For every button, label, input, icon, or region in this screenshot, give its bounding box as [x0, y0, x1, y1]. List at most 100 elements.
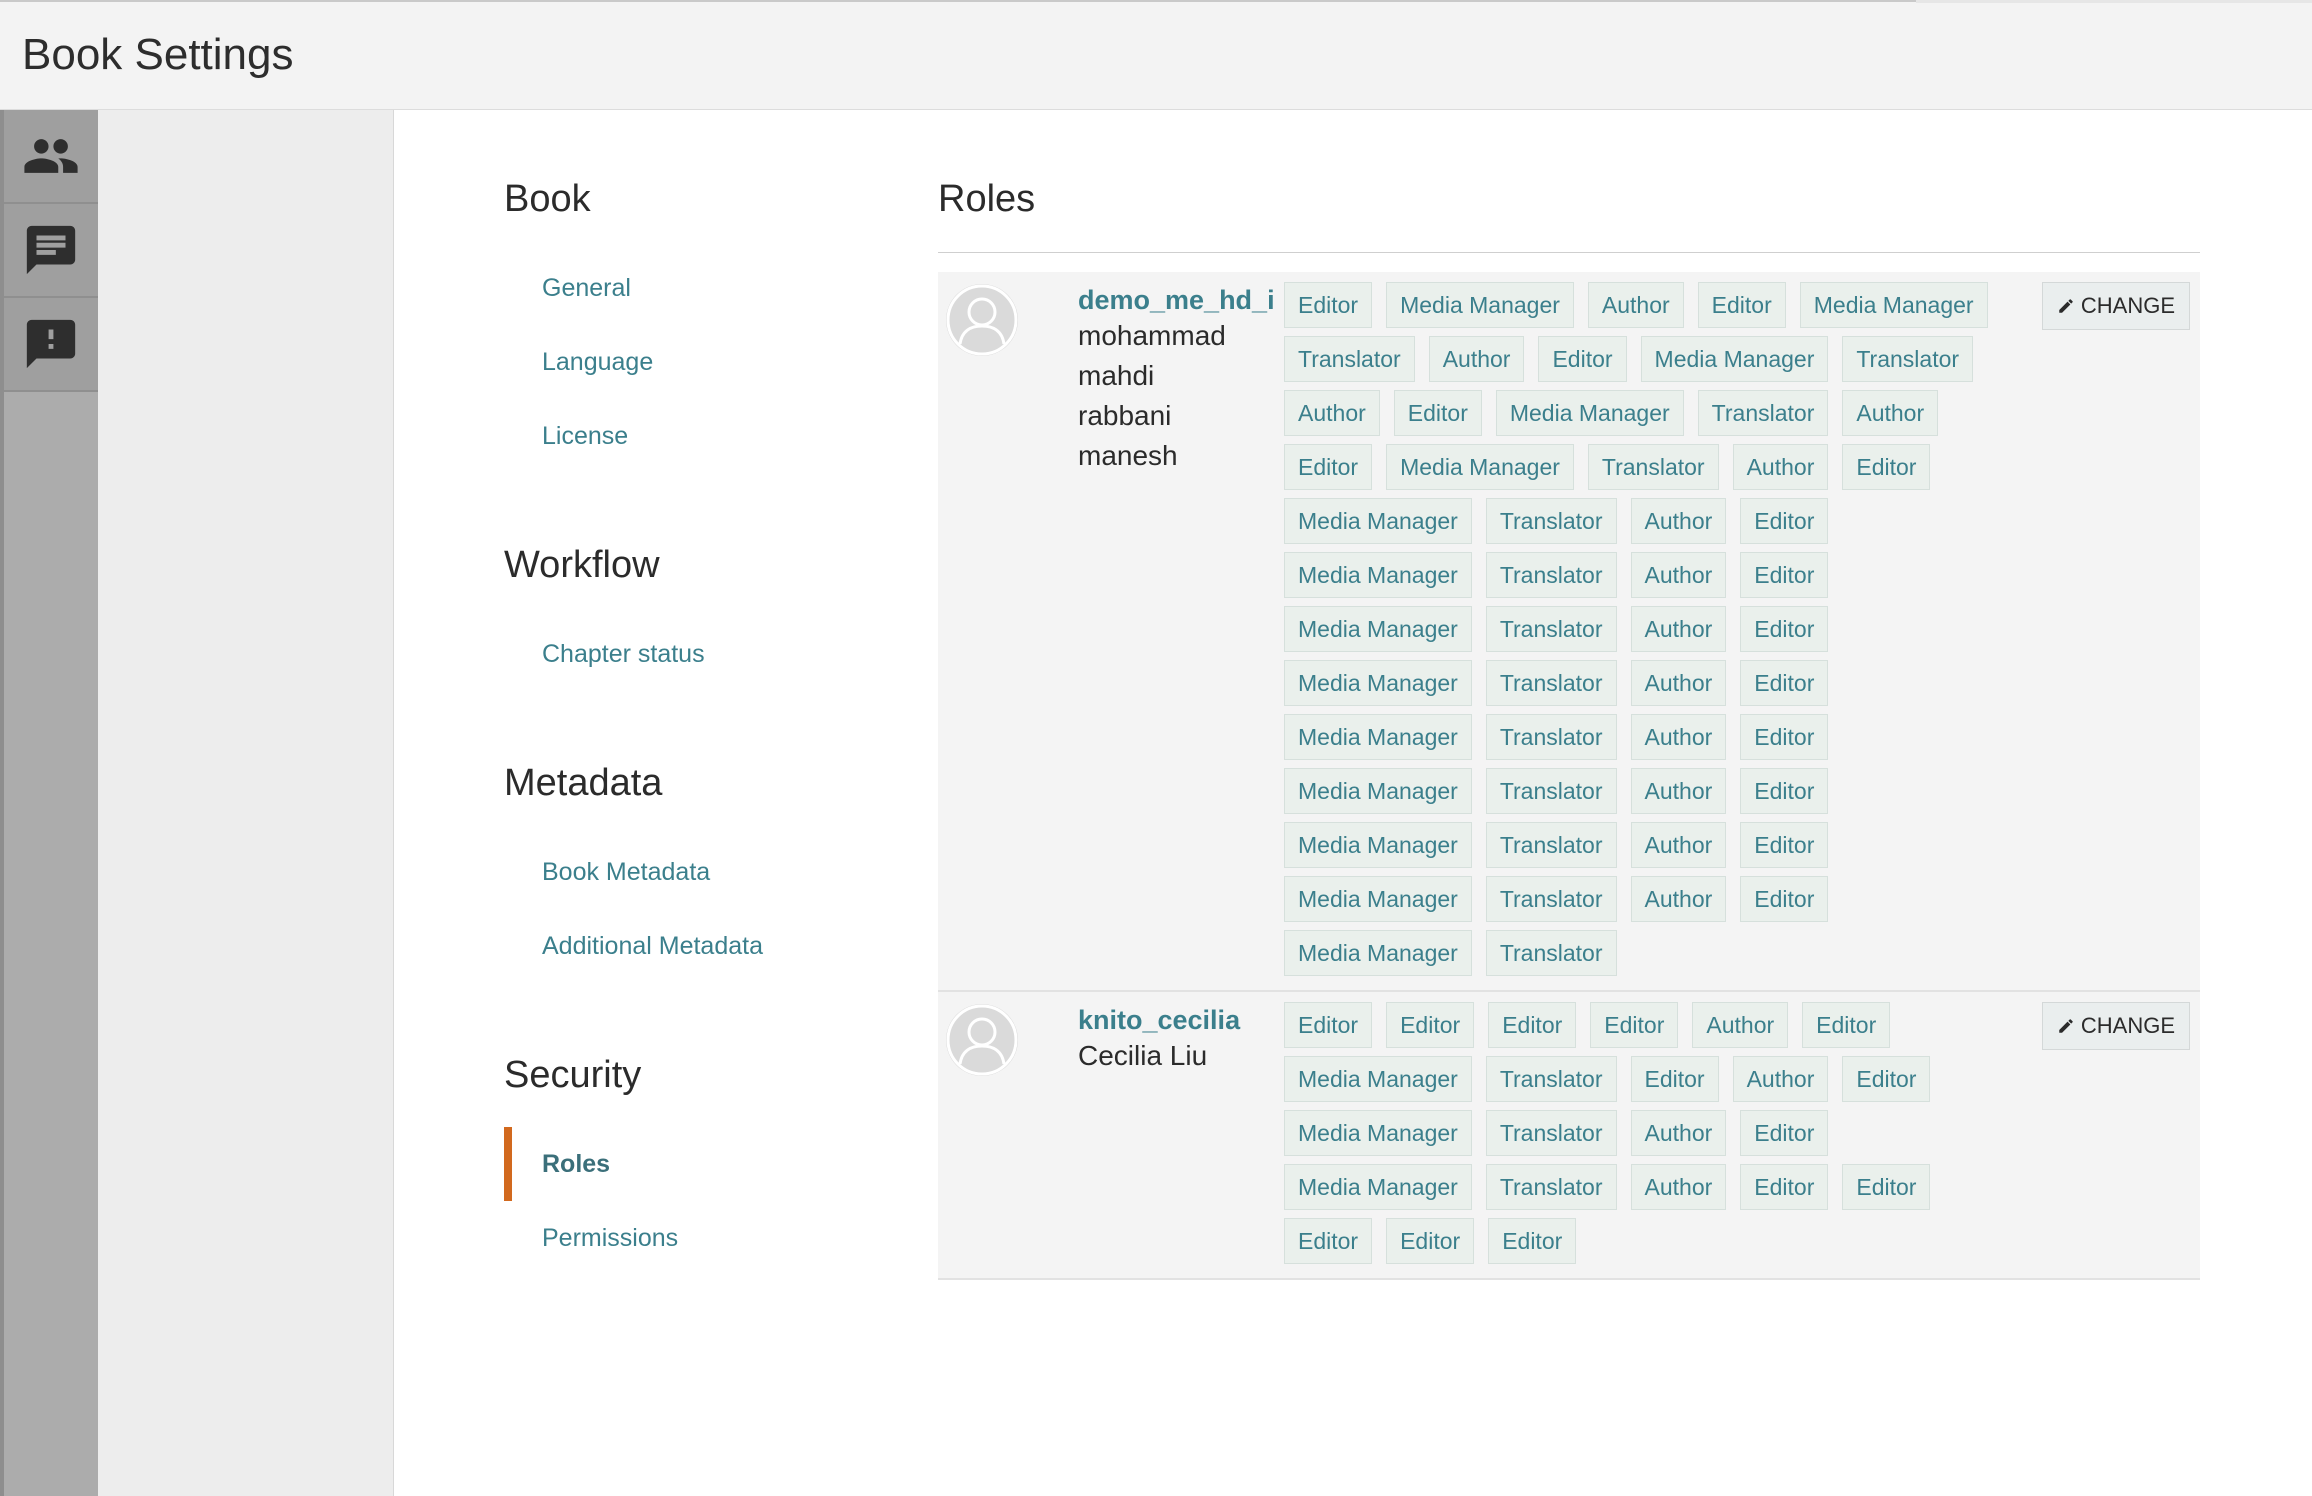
role-chip-editor[interactable]: Editor — [1284, 282, 1373, 328]
role-chip-media-manager[interactable]: Media Manager — [1284, 660, 1472, 706]
role-chip-media-manager[interactable]: Media Manager — [1284, 876, 1472, 922]
role-chip-translator[interactable]: Translator — [1485, 1110, 1617, 1156]
role-chip-editor[interactable]: Editor — [1842, 1056, 1931, 1102]
chat-button[interactable] — [4, 204, 98, 298]
nav-item-additional-metadata[interactable]: Additional Metadata — [504, 909, 763, 983]
role-chip-media-manager[interactable]: Media Manager — [1284, 930, 1472, 976]
team-button[interactable] — [4, 110, 98, 204]
role-chip-editor[interactable]: Editor — [1740, 606, 1829, 652]
role-chip-author[interactable]: Author — [1630, 714, 1727, 760]
user-fullname: Cecilia Liu — [1078, 1040, 1208, 1071]
role-chip-author[interactable]: Author — [1630, 1164, 1727, 1210]
pencil-icon — [2059, 299, 2073, 313]
role-chip-author[interactable]: Author — [1630, 552, 1727, 598]
role-chip-translator[interactable]: Translator — [1697, 390, 1829, 436]
role-chip-author[interactable]: Author — [1630, 660, 1727, 706]
role-chip-editor[interactable]: Editor — [1697, 282, 1786, 328]
role-chip-author[interactable]: Author — [1587, 282, 1684, 328]
role-chip-editor[interactable]: Editor — [1590, 1002, 1679, 1048]
role-chip-editor[interactable]: Editor — [1740, 498, 1829, 544]
nav-section-metadata: Metadata Book Metadata Additional Metada… — [504, 762, 763, 983]
nav-item-license[interactable]: License — [504, 399, 653, 473]
role-chip-translator[interactable]: Translator — [1485, 876, 1617, 922]
role-chip-media-manager[interactable]: Media Manager — [1386, 444, 1574, 490]
role-chip-media-manager[interactable]: Media Manager — [1386, 282, 1574, 328]
role-chip-editor[interactable]: Editor — [1740, 768, 1829, 814]
role-chip-translator[interactable]: Translator — [1587, 444, 1719, 490]
nav-heading: Workflow — [504, 544, 660, 586]
role-chip-media-manager[interactable]: Media Manager — [1799, 282, 1988, 328]
role-chip-editor[interactable]: Editor — [1488, 1218, 1577, 1264]
role-chip-editor[interactable]: Editor — [1740, 1164, 1829, 1210]
role-chip-editor[interactable]: Editor — [1842, 1164, 1931, 1210]
role-chip-media-manager[interactable]: Media Manager — [1284, 552, 1472, 598]
role-chip-editor[interactable]: Editor — [1740, 660, 1829, 706]
username-link[interactable]: knito_cecilia — [1078, 1004, 1278, 1036]
role-chip-editor[interactable]: Editor — [1284, 444, 1373, 490]
role-chip-editor[interactable]: Editor — [1740, 714, 1829, 760]
role-chip-editor[interactable]: Editor — [1488, 1002, 1577, 1048]
nav-item-roles[interactable]: Roles — [504, 1127, 678, 1201]
header-edge — [1916, 0, 2312, 3]
role-chip-editor[interactable]: Editor — [1802, 1002, 1891, 1048]
role-chip-translator[interactable]: Translator — [1485, 498, 1617, 544]
role-chip-media-manager[interactable]: Media Manager — [1495, 390, 1684, 436]
role-chip-author[interactable]: Author — [1732, 444, 1829, 490]
nav-item-general[interactable]: General — [504, 251, 653, 325]
change-button[interactable]: CHANGE — [2041, 282, 2190, 330]
role-chip-editor[interactable]: Editor — [1284, 1218, 1373, 1264]
role-chip-translator[interactable]: Translator — [1842, 336, 1974, 382]
role-chip-media-manager[interactable]: Media Manager — [1284, 1056, 1472, 1102]
role-chip-media-manager[interactable]: Media Manager — [1284, 714, 1472, 760]
role-chip-media-manager[interactable]: Media Manager — [1284, 1164, 1472, 1210]
role-chip-translator[interactable]: Translator — [1485, 1164, 1617, 1210]
role-chip-media-manager[interactable]: Media Manager — [1284, 1110, 1472, 1156]
roles-heading: Roles — [938, 178, 1036, 220]
role-chip-translator[interactable]: Translator — [1485, 1056, 1617, 1102]
role-chip-media-manager[interactable]: Media Manager — [1284, 606, 1472, 652]
role-chip-author[interactable]: Author — [1630, 876, 1727, 922]
role-chip-author[interactable]: Author — [1630, 498, 1727, 544]
nav-item-permissions[interactable]: Permissions — [504, 1201, 678, 1275]
role-chip-editor[interactable]: Editor — [1393, 390, 1482, 436]
role-chip-media-manager[interactable]: Media Manager — [1284, 768, 1472, 814]
role-chip-media-manager[interactable]: Media Manager — [1640, 336, 1829, 382]
role-chip-editor[interactable]: Editor — [1740, 552, 1829, 598]
role-chip-editor[interactable]: Editor — [1630, 1056, 1719, 1102]
role-chip-author[interactable]: Author — [1732, 1056, 1829, 1102]
role-chip-media-manager[interactable]: Media Manager — [1284, 498, 1472, 544]
role-chip-translator[interactable]: Translator — [1485, 660, 1617, 706]
role-chip-editor[interactable]: Editor — [1842, 444, 1931, 490]
role-chip-translator[interactable]: Translator — [1485, 930, 1617, 976]
role-chip-author[interactable]: Author — [1692, 1002, 1789, 1048]
feedback-button[interactable] — [4, 298, 98, 392]
role-chip-editor[interactable]: Editor — [1284, 1002, 1373, 1048]
role-chip-editor[interactable]: Editor — [1740, 876, 1829, 922]
nav-item-language[interactable]: Language — [504, 325, 653, 399]
role-chip-editor[interactable]: Editor — [1386, 1218, 1475, 1264]
username-link[interactable]: demo_me_hd_i — [1078, 284, 1278, 316]
role-chip-translator[interactable]: Translator — [1485, 552, 1617, 598]
role-chip-author[interactable]: Author — [1630, 768, 1727, 814]
pencil-icon — [2059, 1019, 2073, 1033]
role-chip-author[interactable]: Author — [1630, 1110, 1727, 1156]
nav-item-chapter-status[interactable]: Chapter status — [504, 617, 705, 691]
change-button[interactable]: CHANGE — [2041, 1002, 2190, 1050]
role-chip-translator[interactable]: Translator — [1284, 336, 1415, 382]
role-chip-author[interactable]: Author — [1284, 390, 1380, 436]
role-chip-translator[interactable]: Translator — [1485, 714, 1617, 760]
role-chip-author[interactable]: Author — [1842, 390, 1939, 436]
role-chip-editor[interactable]: Editor — [1386, 1002, 1475, 1048]
role-chip-author[interactable]: Author — [1630, 606, 1727, 652]
role-chip-editor[interactable]: Editor — [1740, 822, 1829, 868]
role-chip-author[interactable]: Author — [1630, 822, 1727, 868]
role-chip-author[interactable]: Author — [1428, 336, 1525, 382]
role-chip-translator[interactable]: Translator — [1485, 822, 1617, 868]
nav-section-book: Book General Language License — [504, 178, 653, 473]
role-chip-translator[interactable]: Translator — [1485, 606, 1617, 652]
role-chip-media-manager[interactable]: Media Manager — [1284, 822, 1472, 868]
nav-item-book-metadata[interactable]: Book Metadata — [504, 835, 763, 909]
role-chip-editor[interactable]: Editor — [1538, 336, 1627, 382]
role-chip-editor[interactable]: Editor — [1740, 1110, 1829, 1156]
role-chip-translator[interactable]: Translator — [1485, 768, 1617, 814]
